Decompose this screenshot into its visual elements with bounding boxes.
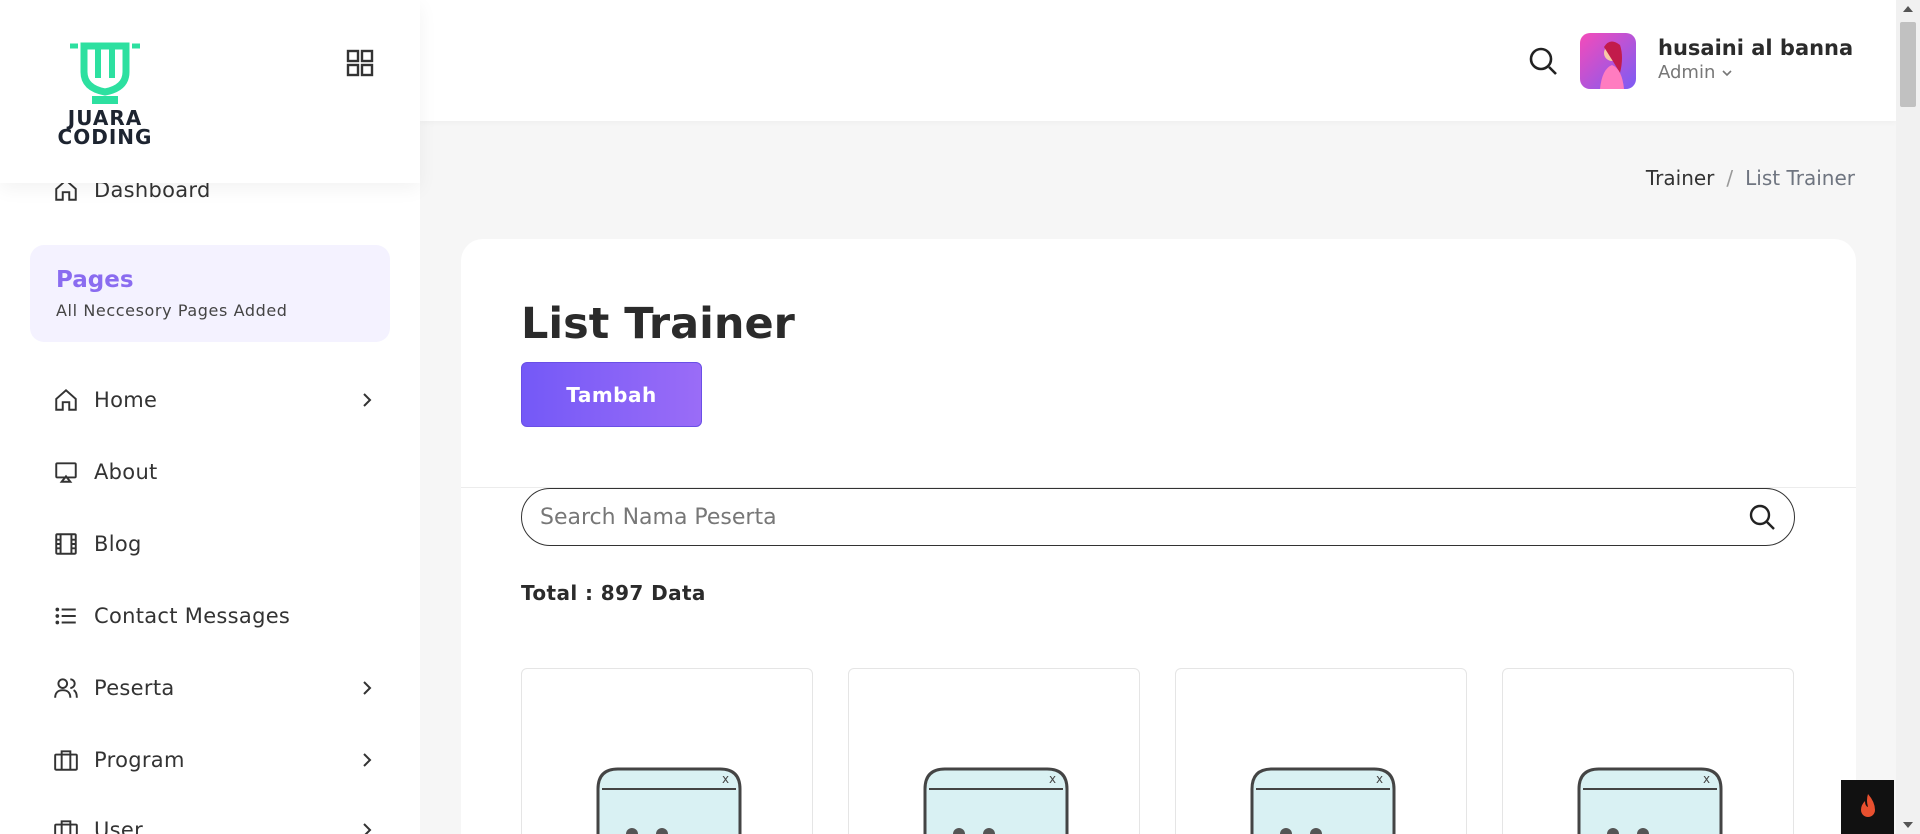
breadcrumb-separator: / [1726, 166, 1734, 190]
sidebar: Dashboard Pages All Neccesory Pages Adde… [0, 0, 420, 834]
svg-text:x: x [1703, 772, 1710, 786]
sidebar-item-label: Program [94, 748, 185, 772]
chevron-down-icon [1722, 69, 1732, 76]
scrollbar-thumb[interactable] [1900, 22, 1916, 107]
sidebar-item-peserta[interactable]: Peserta [52, 668, 377, 708]
user-name[interactable]: husaini al banna [1658, 36, 1853, 60]
avatar[interactable] [1580, 33, 1636, 89]
sidebar-item-label: Peserta [94, 676, 175, 700]
sidebar-item-program[interactable]: Program [52, 740, 377, 780]
flame-icon [1860, 794, 1875, 817]
airplay-icon [52, 458, 80, 486]
chevron-right-icon [363, 753, 372, 767]
home-icon [52, 386, 80, 414]
sidebar-item-label: Blog [94, 532, 142, 556]
search-input[interactable] [540, 504, 1720, 530]
search-icon[interactable] [1748, 503, 1776, 531]
sidebar-item-label: About [94, 460, 158, 484]
briefcase-icon [52, 816, 80, 834]
search-field [521, 488, 1795, 546]
juara-coding-logo[interactable]: JUARA CODING [48, 38, 162, 146]
trainer-card[interactable]: x [1175, 668, 1467, 834]
page-title: List Trainer [521, 299, 795, 349]
sidebar-item-label: Contact Messages [94, 604, 291, 628]
svg-text:x: x [1049, 772, 1056, 786]
sidebar-item-user[interactable]: User [52, 810, 377, 834]
scrollbar[interactable] [1896, 0, 1920, 834]
total-count: Total : 897 Data [521, 581, 706, 605]
sidebar-item-label: User [94, 818, 144, 834]
svg-text:x: x [1376, 772, 1383, 786]
sidebar-item-contact-messages[interactable]: Contact Messages [52, 596, 377, 636]
pages-subtitle: All Neccesory Pages Added [56, 301, 288, 320]
sidebar-item-blog[interactable]: Blog [52, 524, 377, 564]
user-role-dropdown[interactable]: Admin [1658, 62, 1733, 83]
trainer-card[interactable]: x [848, 668, 1140, 834]
sidebar-item-label: Home [94, 388, 158, 412]
logo-line-2: CODING [58, 125, 153, 146]
chevron-right-icon [363, 393, 372, 407]
pages-title: Pages [56, 267, 134, 293]
list-icon [52, 602, 80, 630]
briefcase-icon [52, 746, 80, 774]
fire-button[interactable] [1841, 780, 1894, 834]
trainer-placeholder-image: x [923, 767, 1069, 834]
avatar-image [1600, 41, 1624, 89]
user-role-label: Admin [1658, 62, 1716, 83]
trainer-placeholder-image: x [1250, 767, 1396, 834]
scroll-up-arrow-icon[interactable] [1902, 4, 1914, 14]
breadcrumb-parent[interactable]: Trainer [1646, 166, 1715, 190]
trainer-list-card: List Trainer Tambah Total : 897 Data x x… [461, 239, 1856, 834]
grid-menu-icon[interactable] [345, 48, 375, 78]
pages-section-card: Pages All Neccesory Pages Added [30, 245, 390, 342]
users-icon [52, 674, 80, 702]
trainer-placeholder-image: x [596, 767, 742, 834]
search-icon[interactable] [1528, 46, 1558, 76]
breadcrumb-current: List Trainer [1745, 166, 1855, 190]
sidebar-item-about[interactable]: About [52, 452, 377, 492]
svg-text:x: x [722, 772, 729, 786]
chevron-right-icon [363, 681, 372, 695]
breadcrumb: Trainer / List Trainer [1646, 166, 1855, 190]
add-trainer-button[interactable]: Tambah [521, 362, 702, 427]
sidebar-header: JUARA CODING [0, 0, 420, 183]
trainer-card[interactable]: x [1502, 668, 1794, 834]
trainer-placeholder-image: x [1577, 767, 1723, 834]
film-icon [52, 530, 80, 558]
chevron-right-icon [363, 823, 372, 834]
scroll-down-arrow-icon[interactable] [1902, 820, 1914, 830]
trainer-card[interactable]: x [521, 668, 813, 834]
sidebar-item-home[interactable]: Home [52, 380, 377, 420]
top-bar [420, 0, 1896, 121]
